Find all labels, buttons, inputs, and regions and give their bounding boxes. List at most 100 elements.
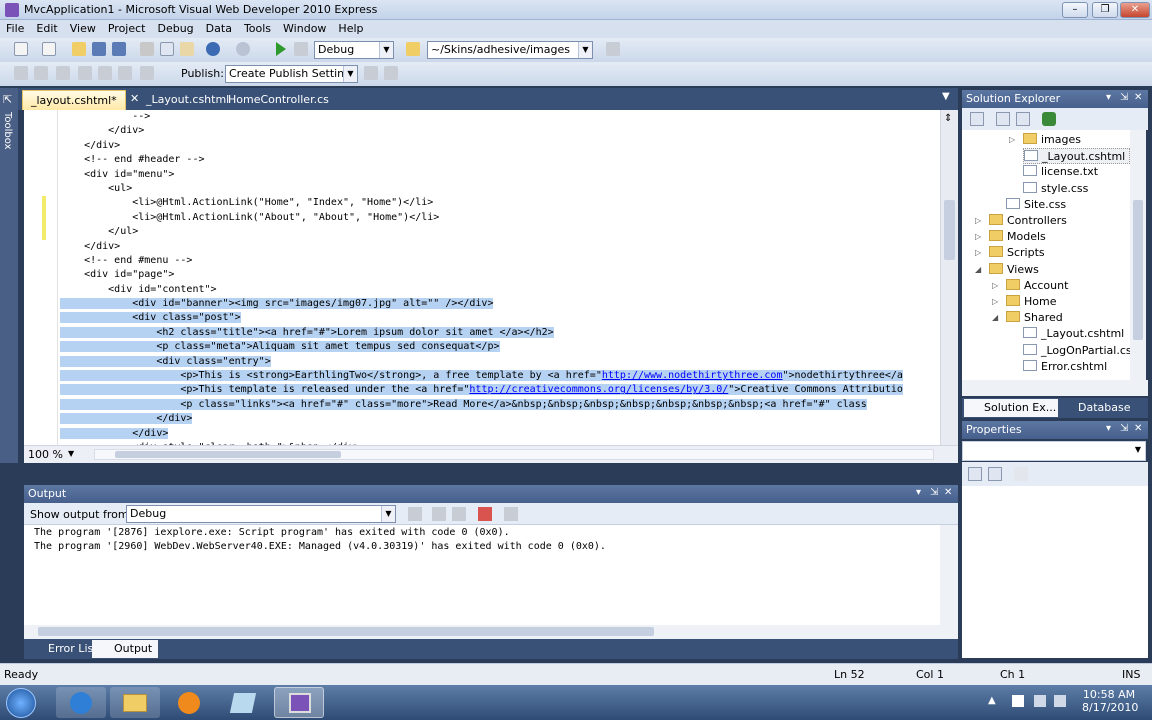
menu-data[interactable]: Data: [200, 20, 238, 38]
show-hidden-icons-icon[interactable]: ▲: [988, 695, 996, 706]
code-line[interactable]: <li>@Html.ActionLink("Home", "Index", "H…: [60, 196, 940, 210]
code-line[interactable]: <li>@Html.ActionLink("About", "About", "…: [60, 211, 940, 225]
close-icon[interactable]: ✕: [1134, 423, 1142, 434]
code-line[interactable]: <ul>: [60, 182, 940, 196]
previous-message-icon[interactable]: [432, 507, 446, 521]
editor-horizontal-scrollbar[interactable]: [94, 449, 934, 460]
start-debugging-icon[interactable]: [276, 42, 286, 56]
taskbar-explorer-icon[interactable]: [110, 687, 160, 718]
tab-database-explorer[interactable]: Database Ex...: [1058, 399, 1148, 432]
property-pages-icon[interactable]: [1014, 467, 1028, 481]
paste-icon[interactable]: [180, 42, 194, 56]
pin-icon[interactable]: ⇲: [1120, 423, 1128, 434]
code-line[interactable]: </div>: [60, 139, 940, 153]
menu-help[interactable]: Help: [332, 20, 369, 38]
start-button[interactable]: [6, 688, 36, 718]
menu-view[interactable]: View: [64, 20, 102, 38]
close-window-button[interactable]: ✕: [1120, 2, 1150, 18]
menu-debug[interactable]: Debug: [151, 20, 199, 38]
tree-file-item[interactable]: _LogOnPartial.csht: [1023, 343, 1130, 359]
network-icon[interactable]: [1034, 695, 1046, 707]
open-file-icon[interactable]: [72, 42, 86, 56]
maximize-button[interactable]: ❐: [1092, 2, 1118, 18]
menu-edit[interactable]: Edit: [30, 20, 63, 38]
expand-arrow-icon[interactable]: ▷: [975, 216, 981, 225]
redo-icon[interactable]: [236, 42, 250, 56]
tree-folder-item[interactable]: Account: [1006, 278, 1068, 294]
code-line[interactable]: <!-- end #header -->: [60, 153, 940, 167]
editor-vertical-scrollbar[interactable]: ⇕: [940, 110, 958, 463]
uncomment-icon[interactable]: [140, 66, 154, 80]
collapse-arrow-icon[interactable]: ◢: [975, 265, 981, 274]
tree-file-item[interactable]: Site.css: [1006, 197, 1066, 213]
taskbar-app-icon[interactable]: [218, 687, 268, 718]
toolbox-panel-tab[interactable]: ⇱ Toolbox: [0, 88, 18, 463]
pin-icon[interactable]: ⇲: [930, 487, 938, 498]
tree-folder-item[interactable]: Models: [989, 229, 1046, 245]
editor-scroll-thumb[interactable]: [944, 200, 955, 260]
minimize-button[interactable]: –: [1062, 2, 1088, 18]
word-wrap-icon[interactable]: [504, 507, 518, 521]
view-code-icon[interactable]: [1042, 112, 1056, 126]
code-line[interactable]: <div id="banner"><img src="images/img07.…: [60, 297, 940, 311]
tree-folder-item[interactable]: Scripts: [989, 245, 1045, 261]
code-line[interactable]: </ul>: [60, 225, 940, 239]
code-line[interactable]: <h2 class="title"><a href="#">Lorem ipsu…: [60, 326, 940, 340]
categorized-icon[interactable]: [968, 467, 982, 481]
show-output-from-select[interactable]: Debug ▼: [126, 505, 396, 523]
find-path-combo[interactable]: ~/Skins/adhesive/images ▼: [427, 41, 593, 59]
menu-file[interactable]: File: [0, 20, 30, 38]
code-line[interactable]: <div id="content">: [60, 283, 940, 297]
pin-icon[interactable]: ⇲: [1120, 92, 1128, 103]
expand-arrow-icon[interactable]: ▷: [992, 297, 998, 306]
alphabetical-icon[interactable]: [988, 467, 1002, 481]
code-line[interactable]: <div class="entry">: [60, 355, 940, 369]
properties-object-select[interactable]: ▼: [962, 441, 1146, 461]
editor-hscroll-thumb[interactable]: [115, 451, 341, 458]
code-line[interactable]: <p>This is <strong>EarthlingTwo</strong>…: [60, 369, 940, 383]
tree-folder-item[interactable]: Shared: [1006, 310, 1063, 326]
code-line[interactable]: <p>This template is released under the <…: [60, 383, 940, 397]
tree-file-item[interactable]: style.css: [1023, 181, 1088, 197]
code-line[interactable]: </div>: [60, 427, 940, 441]
taskbar-media-player-icon[interactable]: [164, 687, 214, 718]
menu-project[interactable]: Project: [102, 20, 152, 38]
show-all-files-icon[interactable]: [996, 112, 1010, 126]
output-text[interactable]: The program '[2876] iexplore.exe: Script…: [24, 525, 940, 625]
output-horizontal-scrollbar[interactable]: [24, 625, 958, 639]
find-in-files-icon[interactable]: [406, 42, 420, 56]
tree-file-item[interactable]: _Layout.cshtml: [1023, 148, 1130, 165]
code-line[interactable]: <p class="links"><a href="#" class="more…: [60, 398, 940, 412]
close-icon[interactable]: ✕: [1134, 92, 1142, 103]
tab-solution-explorer[interactable]: Solution Ex...: [964, 399, 1058, 417]
code-line[interactable]: <p class="meta">Aliquam sit amet tempus …: [60, 340, 940, 354]
solution-explorer-scrollbar[interactable]: [1130, 130, 1146, 380]
output-hscroll-thumb[interactable]: [38, 627, 654, 636]
clear-all-icon[interactable]: [478, 507, 492, 521]
cut-icon[interactable]: [140, 42, 154, 56]
expand-arrow-icon[interactable]: ▷: [975, 248, 981, 257]
indent-icon[interactable]: [34, 66, 48, 80]
tab-layout-cshtml-modified[interactable]: _layout.cshtml*: [22, 90, 126, 110]
code-editor[interactable]: --> </div> </div> <!-- end #header --> <…: [24, 110, 958, 463]
close-icon[interactable]: ✕: [944, 487, 952, 498]
code-line[interactable]: -->: [60, 110, 940, 124]
code-line[interactable]: </div>: [60, 240, 940, 254]
tab-homecontroller-cs[interactable]: HomeController.cs: [220, 90, 337, 110]
save-all-icon[interactable]: [112, 42, 126, 56]
outdent-icon[interactable]: [56, 66, 70, 80]
publish-settings-icon[interactable]: [384, 66, 398, 80]
output-vertical-scrollbar[interactable]: [940, 525, 958, 625]
menu-tools[interactable]: Tools: [238, 20, 277, 38]
find-message-icon[interactable]: [408, 507, 422, 521]
taskbar-visual-web-developer-icon[interactable]: [274, 687, 324, 718]
code-line[interactable]: <!-- end #menu -->: [60, 254, 940, 268]
tree-folder-item[interactable]: Home: [1006, 294, 1056, 310]
chevron-down-icon[interactable]: ▼: [68, 449, 74, 458]
solution-scroll-thumb[interactable]: [1133, 200, 1143, 340]
zoom-level[interactable]: 100 %: [28, 448, 63, 461]
expand-arrow-icon[interactable]: ▷: [1009, 135, 1015, 144]
tab-output[interactable]: Output: [92, 640, 159, 658]
code-line[interactable]: </div>: [60, 124, 940, 138]
tree-folder-item[interactable]: Controllers: [989, 213, 1067, 229]
